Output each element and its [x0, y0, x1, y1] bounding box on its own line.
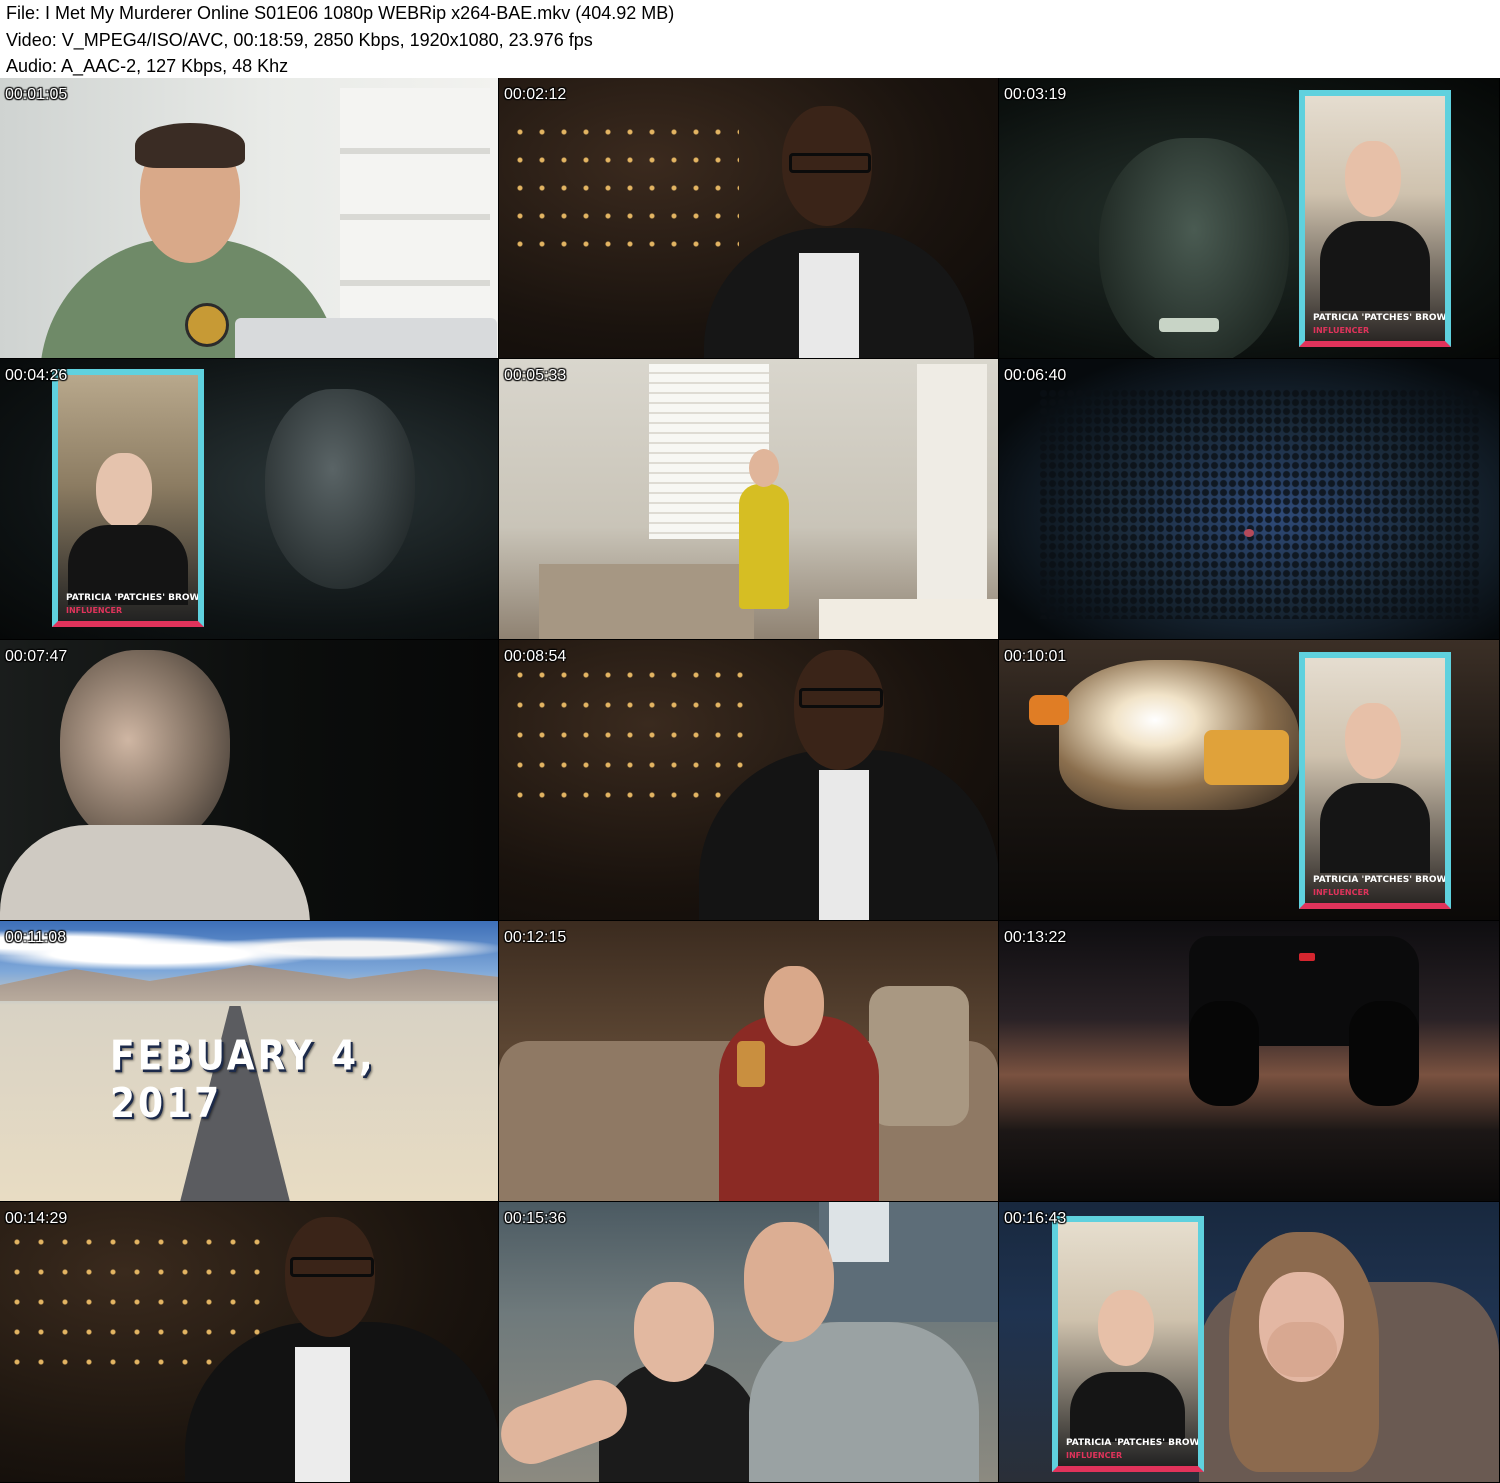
- thumbnail-grid: 00:01:05 00:02:12 PATRICIA 'PATCHES' BRO…: [0, 78, 1500, 1483]
- tail-light-image: [1299, 953, 1315, 961]
- card-role-label: INFLUENCER: [66, 606, 123, 615]
- shirt-image: [0, 825, 310, 920]
- thumbnail-frame: 00:06:40: [999, 359, 1500, 640]
- phone-image: [737, 1041, 765, 1087]
- thumbnail-frame: 00:01:05: [0, 78, 499, 359]
- bar-lights-image: [5, 1227, 265, 1377]
- file-info-header: File: I Met My Murderer Online S01E06 10…: [0, 0, 1500, 78]
- person-image: [739, 484, 789, 609]
- thumbnail-frame: PATRICIA 'PATCHES' BROWN INFLUENCER 00:0…: [999, 78, 1500, 359]
- timestamp-label: 00:13:22: [1004, 929, 1067, 946]
- stain-image: [1244, 529, 1254, 537]
- thumbnail-frame: 00:14:29: [0, 1202, 499, 1483]
- face-image: [1098, 1290, 1154, 1366]
- shirt-image: [295, 1347, 350, 1482]
- timestamp-label: 00:16:43: [1004, 1210, 1067, 1227]
- thumbnail-frame: PATRICIA 'PATCHES' BROWN INFLUENCER 00:1…: [999, 640, 1500, 921]
- timestamp-label: 00:06:40: [1004, 367, 1067, 384]
- date-title: FEBUARY 4, 2017: [110, 1032, 376, 1128]
- thumbnail-frame: 00:15:36: [499, 1202, 999, 1483]
- timestamp-label: 00:08:54: [504, 648, 567, 665]
- card-role-label: INFLUENCER: [1313, 888, 1370, 897]
- face-image: [744, 1222, 834, 1342]
- thumbnail-frame: PATRICIA 'PATCHES' BROWN INFLUENCER 00:0…: [0, 359, 499, 640]
- timestamp-label: 00:10:01: [1004, 648, 1067, 665]
- thumbnail-frame: 00:05:33: [499, 359, 999, 640]
- bar-lights-image: [509, 118, 739, 258]
- timestamp-label: 00:01:05: [5, 86, 68, 103]
- person-image: [749, 1322, 979, 1482]
- influencer-card: PATRICIA 'PATCHES' BROWN INFLUENCER: [1052, 1216, 1204, 1472]
- face-image: [96, 453, 152, 529]
- timestamp-label: 00:07:47: [5, 648, 68, 665]
- timestamp-label: 00:04:26: [5, 367, 68, 384]
- shirt-image: [799, 253, 859, 358]
- face-image: [1345, 141, 1401, 217]
- influencer-card: PATRICIA 'PATCHES' BROWN INFLUENCER: [52, 369, 204, 627]
- card-name-label: PATRICIA 'PATCHES' BROWN: [1313, 875, 1451, 885]
- thumbnail-frame: 00:02:12: [499, 78, 999, 359]
- timestamp-label: 00:11:08: [5, 929, 67, 946]
- card-name-label: PATRICIA 'PATCHES' BROWN: [1313, 313, 1451, 323]
- bed-image: [819, 599, 998, 639]
- hair-image: [135, 123, 245, 168]
- teeth-image: [1159, 318, 1219, 332]
- card-role-label: INFLUENCER: [1066, 1451, 1123, 1460]
- thumbnail-frame: 00:12:15: [499, 921, 999, 1202]
- torso-image: [1320, 783, 1430, 873]
- timestamp-label: 00:05:33: [504, 367, 567, 384]
- side-light-image: [1029, 695, 1069, 725]
- dresser-image: [539, 564, 754, 639]
- timestamp-label: 00:15:36: [504, 1210, 567, 1227]
- audio-info-line: Audio: A_AAC-2, 127 Kbps, 48 Khz: [6, 56, 289, 76]
- torso-image: [1070, 1372, 1185, 1442]
- face-image: [794, 650, 884, 770]
- thumbnail-frame: FEBUARY 4, 2017 00:11:08: [0, 921, 499, 1202]
- file-info-line: File: I Met My Murderer Online S01E06 10…: [6, 3, 675, 23]
- face-image: [634, 1282, 714, 1382]
- timestamp-label: 00:02:12: [504, 86, 567, 103]
- timestamp-label: 00:14:29: [5, 1210, 68, 1227]
- influencer-card: PATRICIA 'PATCHES' BROWN INFLUENCER: [1299, 652, 1451, 909]
- torso-image: [1320, 221, 1430, 311]
- face-image: [749, 449, 779, 487]
- wheel-image: [1189, 1001, 1259, 1106]
- turn-signal-image: [1204, 730, 1289, 785]
- glasses-image: [290, 1257, 374, 1277]
- hand-image: [1267, 1322, 1337, 1377]
- card-name-label: PATRICIA 'PATCHES' BROWN: [66, 593, 204, 603]
- timestamp-label: 00:03:19: [1004, 86, 1067, 103]
- badge-image: [185, 303, 229, 347]
- face-image: [265, 389, 415, 589]
- thumbnail-frame: PATRICIA 'PATCHES' BROWN INFLUENCER 00:1…: [999, 1202, 1500, 1483]
- face-image: [285, 1217, 375, 1337]
- face-image: [60, 650, 230, 850]
- wheel-image: [1349, 1001, 1419, 1106]
- card-name-label: PATRICIA 'PATCHES' BROWN: [1066, 1438, 1204, 1448]
- bar-lights-image: [509, 660, 759, 810]
- thumbnail-frame: 00:08:54: [499, 640, 999, 921]
- glasses-image: [789, 153, 871, 173]
- card-role-label: INFLUENCER: [1313, 326, 1370, 335]
- laptop-image: [235, 318, 497, 358]
- face-image: [764, 966, 824, 1046]
- curtain-image: [917, 364, 987, 614]
- cushion-image: [869, 986, 969, 1126]
- window-image: [829, 1202, 889, 1262]
- video-info-line: Video: V_MPEG4/ISO/AVC, 00:18:59, 2850 K…: [6, 30, 593, 50]
- glasses-image: [799, 688, 883, 708]
- mesh-texture-image: [1039, 389, 1479, 619]
- thumbnail-frame: 00:13:22: [999, 921, 1500, 1202]
- thumbnail-frame: 00:07:47: [0, 640, 499, 921]
- shirt-image: [819, 770, 869, 920]
- influencer-card: PATRICIA 'PATCHES' BROWN INFLUENCER: [1299, 90, 1451, 347]
- timestamp-label: 00:12:15: [504, 929, 567, 946]
- face-image: [1345, 703, 1401, 779]
